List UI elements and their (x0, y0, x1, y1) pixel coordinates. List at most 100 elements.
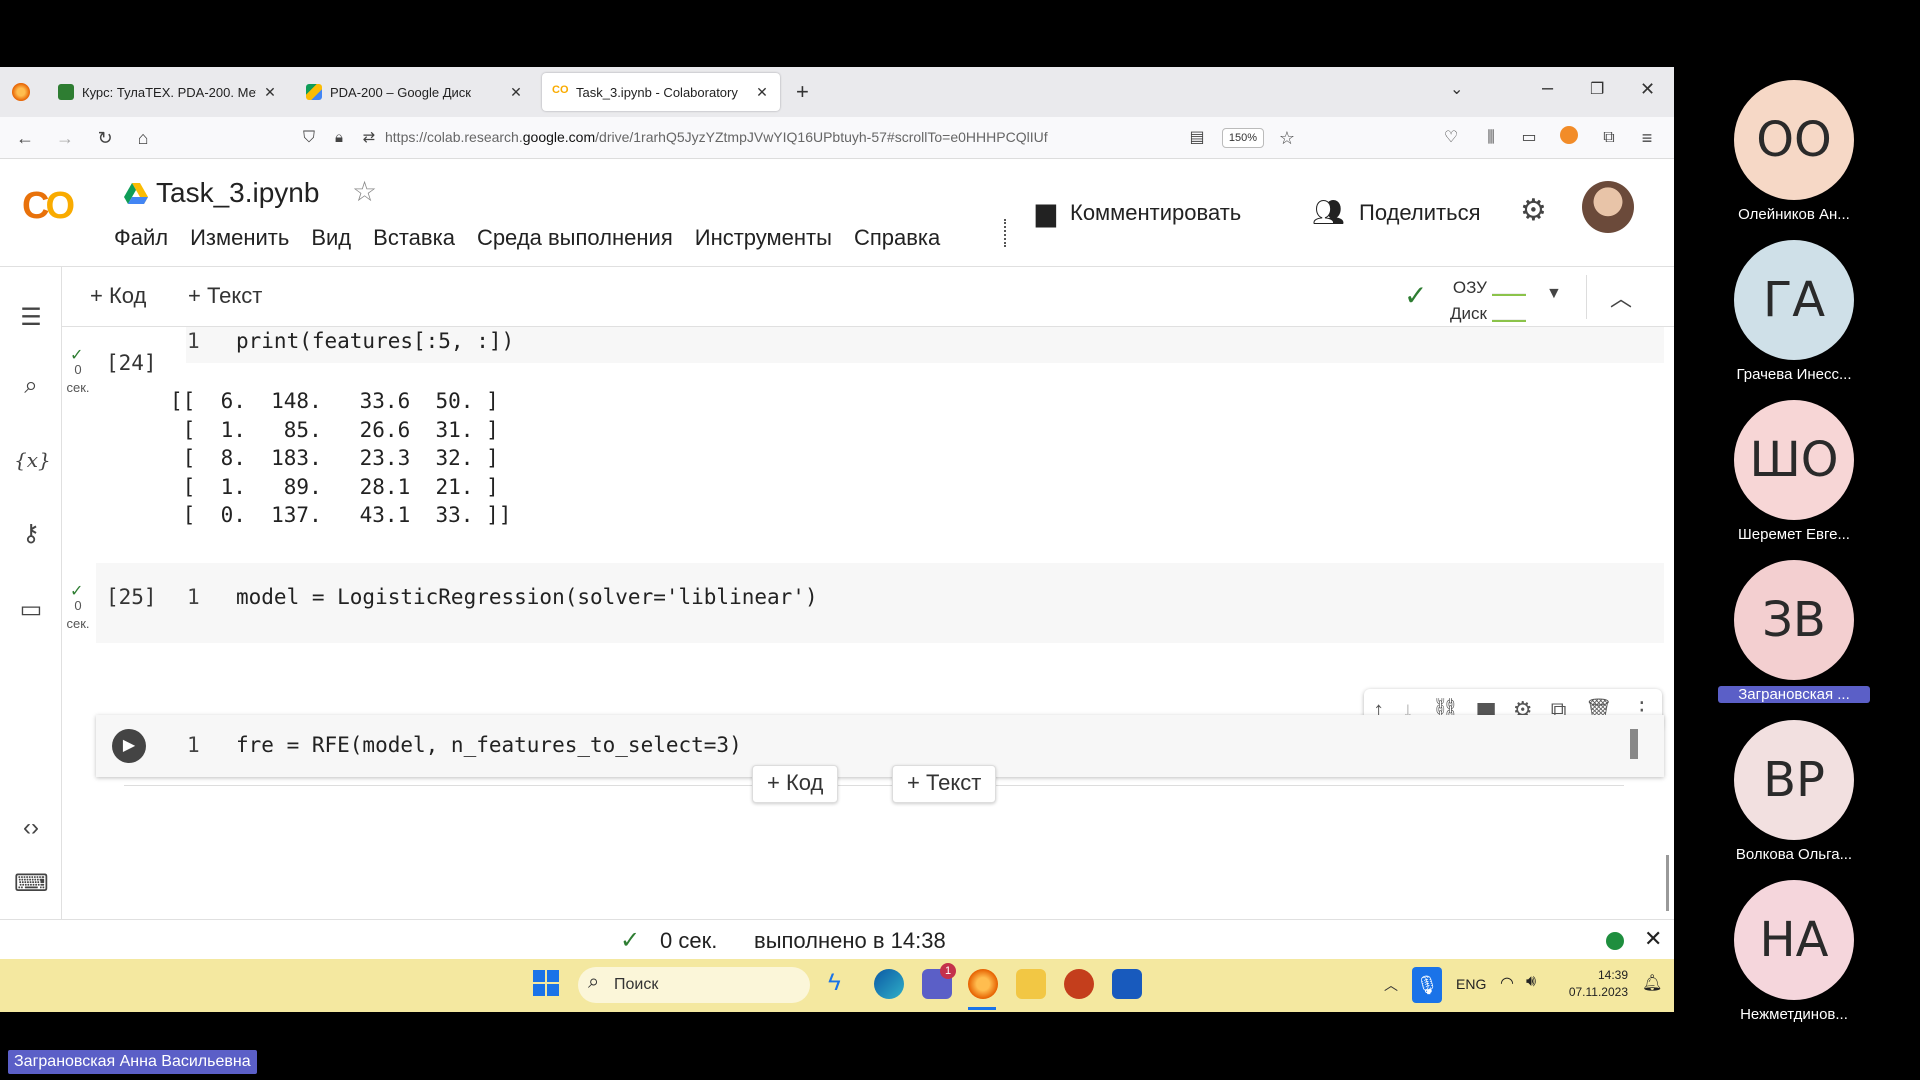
restore-icon[interactable]: ❐ (1590, 79, 1604, 99)
clock[interactable]: 14:39 07.11.2023 (1560, 967, 1628, 1001)
menu-help[interactable]: Справка (854, 225, 940, 251)
add-text-cell-button[interactable]: + Текст (892, 765, 997, 803)
close-icon[interactable]: ✕ (262, 84, 278, 101)
collapse-header-icon[interactable]: ︿ (1610, 281, 1632, 313)
reader-icon[interactable]: ▤ (1184, 125, 1210, 151)
volume-icon[interactable]: 🔊︎ (1526, 973, 1536, 991)
settings-gear-icon[interactable]: ⚙ (1520, 193, 1547, 228)
participant-tile[interactable]: ЗВ Заграновская ... (1718, 560, 1870, 703)
cell-scrollbar[interactable] (1630, 729, 1638, 759)
profile-icon[interactable] (1560, 126, 1578, 144)
microphone-icon[interactable]: 🎙︎ (1412, 967, 1442, 1003)
menu-runtime[interactable]: Среда выполнения (477, 225, 673, 251)
forward-icon[interactable]: → (52, 125, 78, 151)
zoom-level[interactable]: 150% (1222, 128, 1264, 148)
sidebar-icon[interactable]: ▭ (1516, 125, 1542, 151)
chevron-up-icon[interactable]: ︿ (1384, 975, 1398, 995)
reload-icon[interactable]: ↻ (92, 125, 118, 151)
teams-icon[interactable]: 1 (922, 963, 956, 999)
minimize-icon[interactable]: – (1542, 77, 1553, 100)
close-icon[interactable]: ✕ (508, 84, 524, 101)
word-icon[interactable] (1112, 969, 1142, 999)
home-icon[interactable]: ⌂ (130, 125, 156, 151)
notebook-title[interactable]: Task_3.ipynb (156, 177, 319, 209)
back-icon[interactable]: ← (12, 125, 38, 151)
pocket-icon[interactable]: ♡ (1438, 125, 1464, 151)
code-line[interactable]: model = LogisticRegression(solver='libli… (236, 585, 818, 609)
firefox-icon[interactable] (12, 83, 30, 101)
menu-edit[interactable]: Изменить (190, 225, 289, 251)
key-icon[interactable]: ⚷ (14, 517, 48, 551)
exec-duration: 0 сек. (660, 928, 718, 953)
library-icon[interactable]: ⫼ (1478, 125, 1504, 151)
edge-icon[interactable] (874, 969, 904, 999)
file-explorer-icon[interactable] (1016, 969, 1046, 999)
exec-time: 0 сек. (66, 598, 90, 631)
participant-tile[interactable]: ШО Шеремет Евге... (1734, 400, 1854, 543)
folder-icon[interactable]: ▭ (14, 593, 48, 627)
notification-badge: 1 (940, 963, 956, 979)
add-text-button[interactable]: + Текст (188, 283, 262, 309)
menu-tools[interactable]: Инструменты (695, 225, 832, 251)
lock-icon[interactable]: 🔒︎ (326, 125, 352, 151)
menu-bar: Файл Изменить Вид Вставка Среда выполнен… (114, 225, 940, 251)
disk-bar (1492, 319, 1526, 322)
comment-button[interactable]: ▆ Комментировать (1036, 197, 1241, 228)
participant-name: Нежметдинов... (1740, 1006, 1848, 1023)
close-icon[interactable]: ✕ (754, 84, 770, 101)
cell-output: [[ 6. 148. 33.6 50. ] [ 1. 85. 26.6 31. … (170, 387, 511, 530)
participant-tile[interactable]: ВР Волкова Ольга... (1734, 720, 1854, 863)
table-of-contents-icon[interactable]: ☰ (14, 301, 48, 335)
code-line[interactable]: fre = RFE(model, n_features_to_select=3) (236, 733, 742, 757)
powerpoint-icon[interactable] (1064, 969, 1094, 999)
page-scrollbar[interactable] (1666, 855, 1669, 911)
search-icon[interactable]: ⌕ (14, 369, 48, 403)
menu-view[interactable]: Вид (311, 225, 351, 251)
tab-drive[interactable]: PDA-200 – Google Диск ✕ (296, 73, 534, 111)
participant-tile[interactable]: ГА Грачева Инесс... (1734, 240, 1854, 383)
close-window-icon[interactable]: ✕ (1640, 79, 1655, 100)
taskbar-search[interactable]: Поиск (578, 967, 810, 1003)
add-code-cell-button[interactable]: + Код (752, 765, 839, 803)
code-snippets-icon[interactable]: ‹› (14, 811, 48, 845)
tab-colab[interactable]: CO Task_3.ipynb - Colaboratory ✕ (542, 73, 780, 111)
close-icon[interactable]: ✕ (1644, 926, 1662, 952)
menu-insert[interactable]: Вставка (373, 225, 455, 251)
add-code-button[interactable]: + Код (90, 283, 146, 309)
participant-tile[interactable]: НА Нежметдинов... (1734, 880, 1854, 1023)
colab-logo[interactable]: CO (22, 185, 75, 228)
menu-file[interactable]: Файл (114, 225, 168, 251)
notebook: ✓ 0 сек. [24] 1 print(features[:5, :]) [[… (62, 327, 1674, 919)
power-automate-icon[interactable]: ϟ (828, 969, 858, 999)
star-icon[interactable]: ☆ (352, 175, 377, 208)
run-cell-button[interactable]: ▶ (112, 729, 146, 763)
output-line: [ 0. 137. 43.1 33. ]] (170, 503, 512, 527)
extensions-icon[interactable]: ⧉ (1596, 125, 1622, 151)
notifications-icon[interactable]: 🔔︎ (1642, 973, 1662, 993)
tab-course[interactable]: Курс: ТулаТЕХ. PDA-200. Мето ✕ (48, 73, 288, 111)
participant-name: Волкова Ольга... (1735, 846, 1853, 863)
shield-icon[interactable]: ⛉ (296, 125, 322, 151)
hamburger-menu-icon[interactable]: ≡ (1634, 125, 1660, 151)
comment-icon: ▆ (1036, 197, 1056, 227)
language-indicator[interactable]: ENG (1456, 976, 1486, 992)
terminal-icon[interactable]: ⌨ (14, 867, 49, 901)
bookmark-star-icon[interactable]: ☆ (1274, 125, 1300, 151)
google-drive-icon[interactable] (124, 183, 148, 205)
participant-avatar: ЗВ (1734, 560, 1854, 680)
line-number: 1 (187, 329, 200, 353)
participant-tile[interactable]: ОО Олейников Ан... (1734, 80, 1854, 223)
resources-indicator[interactable]: ОЗУ Диск (1450, 275, 1487, 327)
url-bar[interactable]: https://colab.research.google.com/drive/… (385, 129, 1048, 145)
avatar[interactable] (1582, 181, 1634, 233)
new-tab-icon[interactable]: + (796, 79, 809, 105)
wifi-icon[interactable]: ◠ (1500, 973, 1514, 993)
permissions-icon[interactable]: ⇄ (356, 125, 382, 151)
tab-list-icon[interactable]: ⌄ (1450, 79, 1463, 99)
windows-start-icon[interactable] (532, 969, 562, 999)
chevron-down-icon[interactable]: ▼ (1546, 285, 1562, 303)
firefox-icon[interactable] (968, 969, 998, 999)
share-button[interactable]: 👥︎ Поделиться (1312, 197, 1481, 228)
code-line[interactable]: print(features[:5, :]) (236, 329, 514, 353)
variables-icon[interactable]: {x} (14, 443, 51, 477)
